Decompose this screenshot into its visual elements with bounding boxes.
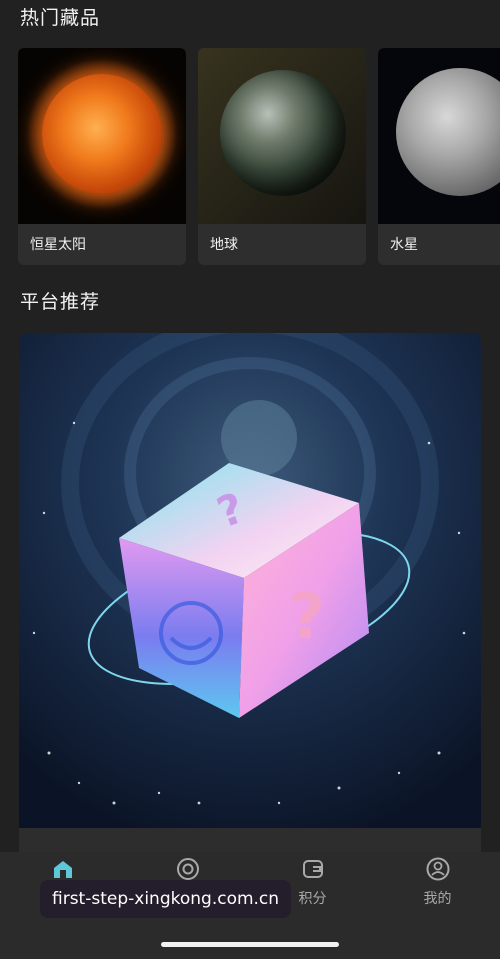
discover-icon [176, 858, 199, 880]
home-indicator[interactable] [161, 942, 339, 947]
collection-card-label: 恒星太阳 [30, 237, 86, 253]
wallet-icon [302, 860, 323, 878]
mercury-image [378, 48, 500, 224]
svg-text:?: ? [289, 580, 325, 653]
hot-collection-list: 恒星太阳 地球 水星 [18, 48, 500, 268]
recommended-title: 平台推荐 [20, 291, 101, 313]
mystery-box-image: ? ? [19, 333, 481, 828]
collection-card-label: 地球 [210, 237, 238, 253]
profile-icon [426, 857, 449, 881]
home-icon [53, 861, 72, 878]
collection-card-label: 水星 [390, 237, 418, 253]
collection-card-mercury[interactable]: 水星 [378, 48, 500, 265]
hot-collection-title: 热门藏品 [20, 7, 101, 29]
earth-image [198, 48, 366, 224]
watermark: first-step-xingkong.com.cn [40, 880, 292, 918]
collection-card-earth[interactable]: 地球 [198, 48, 366, 265]
nav-points-label: 积分 [298, 891, 327, 907]
collection-card-sun[interactable]: 恒星太阳 [18, 48, 186, 265]
nav-profile-label: 我的 [423, 891, 452, 907]
recommended-card[interactable]: ? ? [19, 333, 481, 863]
sun-image [18, 48, 186, 224]
nav-profile[interactable]: 我的 [375, 856, 500, 908]
